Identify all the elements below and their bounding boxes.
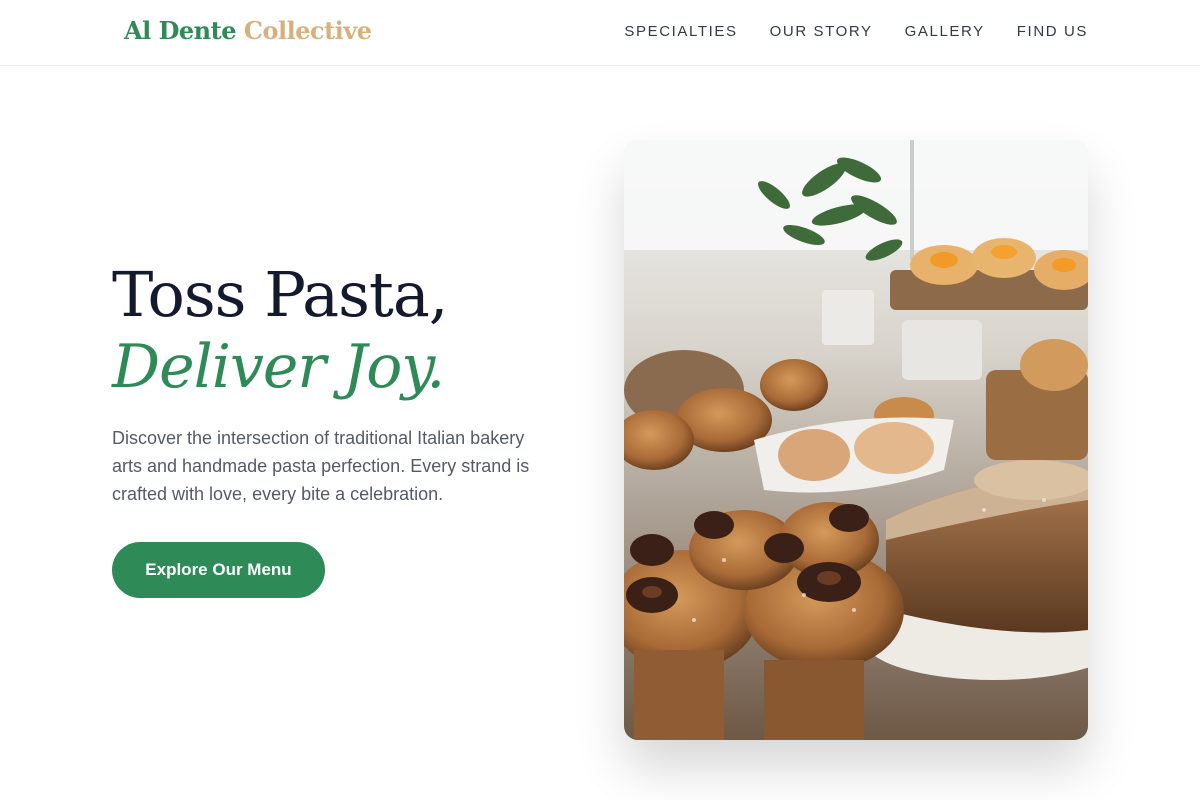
logo[interactable]: Al Dente Collective [124, 16, 372, 45]
nav-link-find-us[interactable]: FIND US [1017, 23, 1088, 40]
hero-headline-line-1: Toss Pasta, [112, 258, 449, 331]
main-nav: SPECIALTIES OUR STORY GALLERY FIND US [624, 23, 1088, 40]
site-header: Al Dente Collective SPECIALTIES OUR STOR… [0, 0, 1200, 66]
nav-link-specialties[interactable]: SPECIALTIES [624, 23, 737, 40]
hero-description: Discover the intersection of traditional… [112, 428, 530, 504]
nav-link-our-story[interactable]: OUR STORY [770, 23, 873, 40]
hero-bakery-photo [624, 140, 1088, 740]
hero-copy: Toss Pasta, Deliver Joy. Discover the in… [112, 258, 542, 598]
logo-part-1: Al Dente [124, 16, 236, 45]
nav-link-gallery[interactable]: GALLERY [905, 23, 985, 40]
logo-part-2: Collective [243, 16, 372, 45]
hero-headline-line-2: Deliver Joy. [112, 332, 445, 402]
explore-menu-button[interactable]: Explore Our Menu [112, 542, 325, 598]
